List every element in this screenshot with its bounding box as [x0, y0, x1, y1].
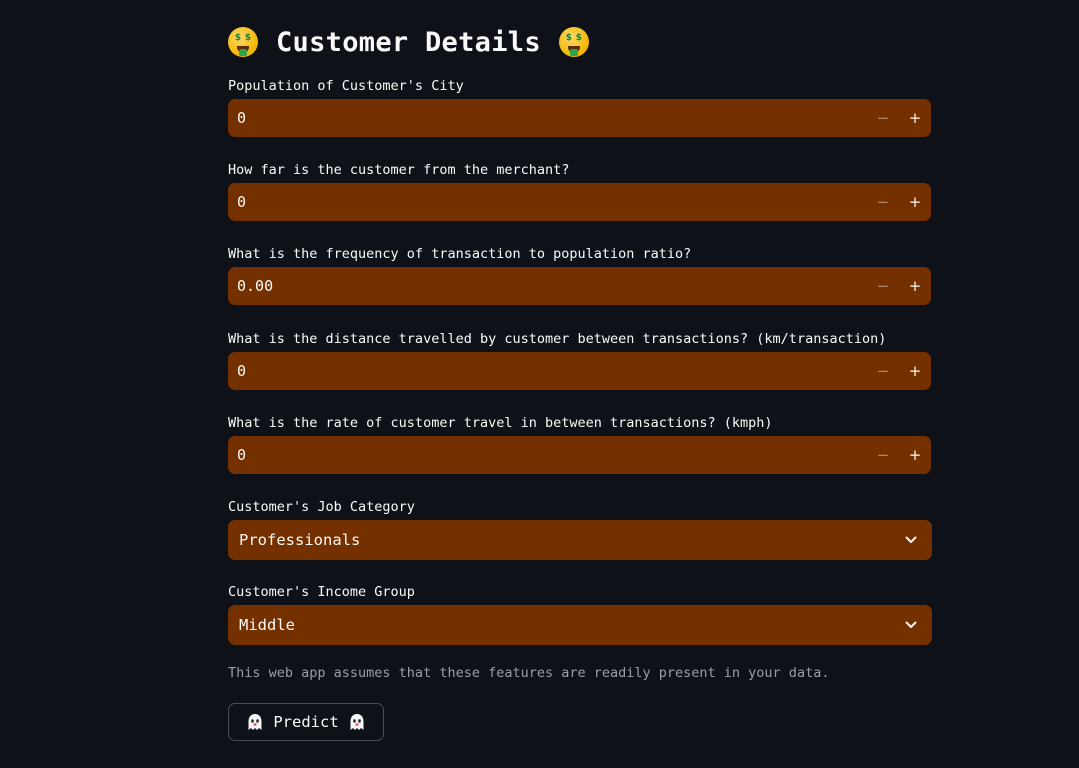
increment-button[interactable]: +: [899, 183, 931, 221]
caption-text: This web app assumes that these features…: [228, 665, 830, 681]
frequency-ratio-value[interactable]: 0.00: [228, 277, 867, 295]
increment-button[interactable]: +: [899, 352, 931, 390]
ghost-icon: [349, 713, 365, 731]
merchant-distance-field: How far is the customer from the merchan…: [228, 160, 932, 221]
distance-per-transaction-field: What is the distance travelled by custom…: [228, 329, 932, 390]
money-mouth-face-icon: $ $: [228, 27, 258, 57]
chevron-down-icon[interactable]: [890, 520, 932, 560]
decrement-button[interactable]: −: [867, 99, 899, 137]
frequency-ratio-field: What is the frequency of transaction to …: [228, 244, 932, 305]
frequency-ratio-input[interactable]: 0.00 − +: [228, 267, 931, 305]
travel-rate-value[interactable]: 0: [228, 446, 867, 464]
income-group-label: Customer's Income Group: [228, 584, 415, 600]
decrement-button[interactable]: −: [867, 267, 899, 305]
merchant-distance-input[interactable]: 0 − +: [228, 183, 931, 221]
income-group-field: Customer's Income Group Middle: [228, 582, 932, 645]
merchant-distance-value[interactable]: 0: [228, 193, 867, 211]
increment-button[interactable]: +: [899, 436, 931, 474]
job-category-field: Customer's Job Category Professionals: [228, 497, 932, 560]
income-group-value[interactable]: Middle: [228, 616, 890, 634]
increment-button[interactable]: +: [899, 99, 931, 137]
population-field: Population of Customer's City 0 − +: [228, 76, 932, 137]
travel-rate-label: What is the rate of customer travel in b…: [228, 415, 773, 431]
decrement-button[interactable]: −: [867, 352, 899, 390]
merchant-distance-label: How far is the customer from the merchan…: [228, 162, 570, 178]
population-value[interactable]: 0: [228, 109, 867, 127]
decrement-button[interactable]: −: [867, 183, 899, 221]
frequency-ratio-label: What is the frequency of transaction to …: [228, 246, 692, 262]
decrement-button[interactable]: −: [867, 436, 899, 474]
distance-per-transaction-label: What is the distance travelled by custom…: [228, 331, 887, 347]
page-header: $ $ Customer Details $ $: [228, 22, 589, 62]
job-category-select[interactable]: Professionals: [228, 520, 932, 560]
predict-label: Predict: [273, 713, 339, 731]
page-title: Customer Details: [276, 26, 541, 58]
increment-button[interactable]: +: [899, 267, 931, 305]
population-label: Population of Customer's City: [228, 78, 464, 94]
distance-per-transaction-value[interactable]: 0: [228, 362, 867, 380]
money-mouth-face-icon: $ $: [558, 27, 589, 57]
travel-rate-field: What is the rate of customer travel in b…: [228, 413, 932, 474]
population-input[interactable]: 0 − +: [228, 99, 931, 137]
ghost-icon: [247, 713, 263, 731]
job-category-label: Customer's Job Category: [228, 499, 415, 515]
predict-button[interactable]: Predict: [228, 703, 384, 741]
distance-per-transaction-input[interactable]: 0 − +: [228, 352, 931, 390]
travel-rate-input[interactable]: 0 − +: [228, 436, 931, 474]
income-group-select[interactable]: Middle: [228, 605, 932, 645]
chevron-down-icon[interactable]: [890, 605, 932, 645]
job-category-value[interactable]: Professionals: [228, 531, 890, 549]
